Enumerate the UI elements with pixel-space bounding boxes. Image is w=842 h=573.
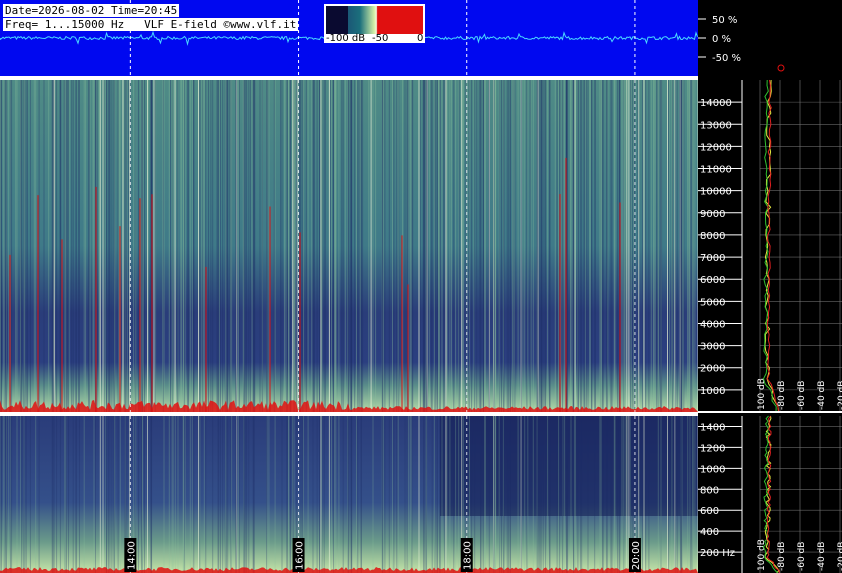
full-panel-db-label-4: -20 dB — [837, 381, 842, 410]
low-panel-y-label-3: 800 — [700, 485, 719, 496]
low-panel-y-label-5: 1200 — [700, 443, 725, 454]
full-panel-y-label-8: 9000 — [700, 209, 725, 220]
time-label-2: 18:00 — [463, 541, 474, 570]
spectrogram-separator — [0, 412, 698, 416]
color-scale-legend: -100 dB -50 0 — [324, 4, 425, 44]
full-panel-y-label-3: 4000 — [700, 319, 725, 330]
legend-label-mid: -50 — [372, 33, 389, 44]
vlf-monitor: Date=2026-08-02 Time=20:45 Freq= 1...150… — [0, 0, 842, 573]
legend-dark-band — [326, 6, 348, 34]
color-scale-bar — [326, 6, 423, 34]
time-label-0: 14:00 — [126, 541, 137, 570]
full-panel-y-label-0: 1000 — [700, 386, 725, 397]
full-panel-db-label-0: 100 dB — [757, 378, 767, 410]
full-panel-y-label-5: 6000 — [700, 275, 725, 286]
full-panel-y-label-11: 12000 — [700, 142, 732, 153]
full-panel-y-label-4: 5000 — [700, 297, 725, 308]
axis-sidebar: 50 % 0 % -50 % 1000 2000 3000 4000 5000 6000 7000… — [698, 15, 842, 573]
full-panel-y-label-10: 11000 — [700, 165, 732, 176]
full-panel-profile-avg — [764, 79, 779, 413]
spectrogram-panel: 14:00 16:00 18:00 20:00 — [0, 80, 698, 573]
full-panel-y-label-2: 3000 — [700, 342, 725, 353]
spectrogram-low-quiet-region — [440, 416, 698, 516]
legend-label-max: 0 — [417, 33, 424, 44]
full-panel-profile-max — [766, 79, 780, 413]
low-panel-y-label-0: 200 Hz — [700, 548, 735, 559]
legend-label-min: -100 dB — [326, 33, 366, 44]
full-panel-y-label-7: 8000 — [700, 231, 725, 242]
full-panel-y-label-12: 13000 — [700, 120, 732, 131]
full-panel-y-label-13: 14000 — [700, 98, 732, 109]
waveform-marker — [777, 64, 785, 72]
frequency-label: Freq= 1...15000 Hz VLF E-field ©www.vlf.… — [3, 18, 299, 31]
full-panel-db-label-2: -60 dB — [797, 381, 807, 410]
full-panel-db-label-3: -40 dB — [817, 381, 827, 410]
waveform-y-label-2: -50 % — [712, 53, 741, 64]
low-panel-db-label-4: -20 dB — [837, 542, 842, 571]
low-panel-y-label-1: 400 — [700, 527, 719, 538]
low-panel-y-label-6: 1400 — [700, 422, 725, 433]
low-panel-db-label-2: -60 dB — [797, 542, 807, 571]
time-label-3: 20:00 — [631, 541, 642, 570]
low-panel-db-label-1: -80 dB — [777, 542, 787, 571]
full-panel-db-label-1: -80 dB — [777, 381, 787, 410]
low-panel-y-label-4: 1000 — [700, 464, 725, 475]
low-panel-db-label-3: -40 dB — [817, 542, 827, 571]
waveform-y-label-0: 50 % — [712, 15, 737, 26]
full-panel-y-label-9: 10000 — [700, 187, 732, 198]
date-time-label: Date=2026-08-02 Time=20:45 — [3, 4, 180, 17]
time-label-1: 16:00 — [295, 541, 306, 570]
waveform-y-label-1: 0 % — [712, 34, 731, 45]
full-panel-y-label-1: 2000 — [700, 364, 725, 375]
low-panel-y-label-2: 600 — [700, 506, 719, 517]
full-panel-y-label-6: 7000 — [700, 253, 725, 264]
